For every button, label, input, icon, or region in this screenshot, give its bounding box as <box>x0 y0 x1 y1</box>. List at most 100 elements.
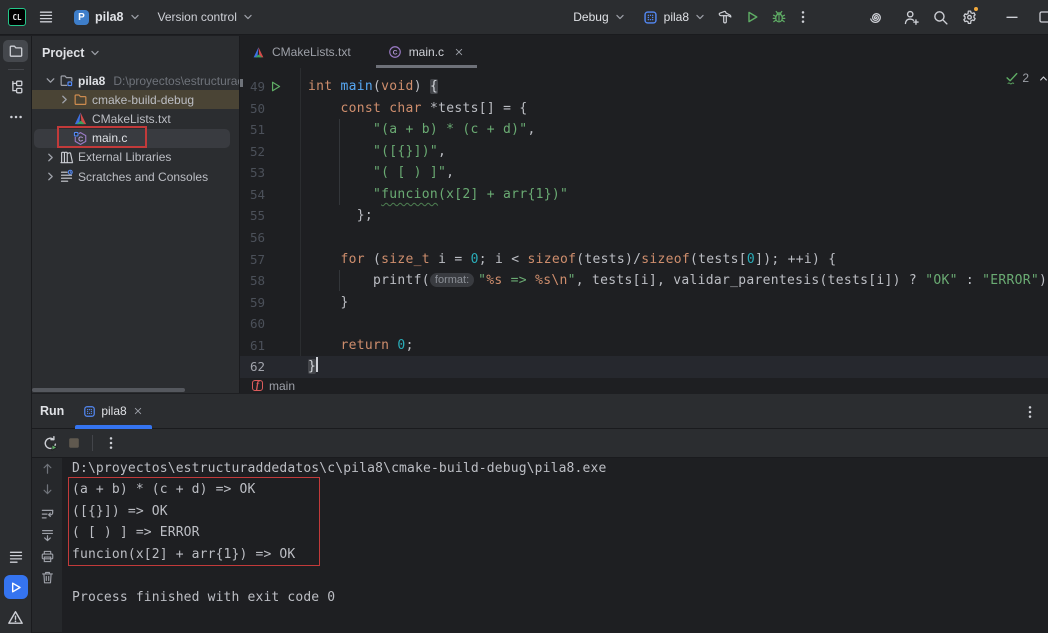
chevron-down-icon[interactable] <box>42 73 58 89</box>
tree-item-label: cmake-build-debug <box>92 93 194 107</box>
code-token: \n <box>551 273 567 288</box>
tree-row-external-libraries[interactable]: External Libraries <box>32 148 239 167</box>
console-output[interactable]: D:\proyectos\estructuraddedatos\c\pila8\… <box>62 458 1048 632</box>
projfolder-icon <box>58 73 74 89</box>
tab-mainc[interactable]: main.c <box>376 36 477 68</box>
chevron-right-icon[interactable] <box>42 149 58 165</box>
window-minimize-button[interactable] <box>1004 5 1020 29</box>
console-scroll-end-button[interactable] <box>39 527 55 543</box>
project-widget[interactable]: P pila8 <box>74 10 142 25</box>
editor-line-51[interactable]: 51 "(a + b) * (c + d)", <box>240 119 1048 141</box>
console-line <box>72 565 1048 586</box>
editor-line-60[interactable]: 60 <box>240 313 1048 335</box>
console-down-button[interactable] <box>39 481 55 497</box>
project-panel-hscrollbar[interactable] <box>32 388 185 392</box>
app-window-icon <box>643 10 658 25</box>
code-token: ]); ++i) { <box>755 252 836 267</box>
inlay-hint: format: <box>430 273 474 287</box>
editor-line-49[interactable]: 49int main(void) { <box>240 76 1048 98</box>
soft-wrap-icon <box>40 507 55 522</box>
code-token: } <box>308 295 349 310</box>
console-line: (a + b) * (c + d) => OK <box>72 479 1048 500</box>
tab-label: main.c <box>409 45 444 59</box>
rerun-button[interactable] <box>38 431 62 455</box>
chevron-right-icon[interactable] <box>56 92 72 108</box>
stop-button[interactable] <box>62 431 86 455</box>
editor-line-57[interactable]: 57 for (size_t i = 0; i < sizeof(tests)/… <box>240 249 1048 271</box>
main-menu-button[interactable] <box>36 5 56 29</box>
clion-logo[interactable]: CL <box>8 8 26 26</box>
editor-line-59[interactable]: 59 } <box>240 292 1048 314</box>
code-token: " <box>568 273 576 288</box>
editor-line-61[interactable]: 61 return 0; <box>240 335 1048 357</box>
run-panel-options-button[interactable] <box>1022 404 1038 420</box>
code-token: i = <box>430 252 471 267</box>
console-print-button[interactable] <box>39 548 55 564</box>
project-panel-title: Project <box>42 46 84 60</box>
search-everywhere-button[interactable] <box>932 5 949 29</box>
toolwindow-problems-button[interactable] <box>3 606 28 628</box>
kebab-icon <box>795 9 811 25</box>
toolwindow-project-button[interactable] <box>3 40 28 62</box>
line-number: 51 <box>240 119 265 141</box>
code-token <box>308 144 373 159</box>
toolwindow-more-button[interactable] <box>3 106 28 128</box>
run-button[interactable] <box>744 5 760 29</box>
code-text: int main(void) { <box>308 76 438 98</box>
debug-button[interactable] <box>771 5 787 29</box>
run-line-marker-icon[interactable] <box>269 80 282 93</box>
tree-row-pila8[interactable]: pila8D:\proyectos\estructuradde <box>32 71 239 90</box>
scratch-icon <box>58 169 74 185</box>
toolwindow-run-button[interactable] <box>4 575 28 599</box>
code-token: funcion <box>381 187 438 202</box>
console-clear-button[interactable] <box>39 569 55 585</box>
editor-line-56[interactable]: 56 <box>240 227 1048 249</box>
console-up-button[interactable] <box>39 460 55 476</box>
chevron-placeholder <box>56 130 72 146</box>
tree-row-main-c[interactable]: main.c <box>32 129 239 148</box>
toolwindow-structure-button[interactable] <box>3 76 28 98</box>
code-token: const <box>341 101 382 116</box>
ai-assistant-button[interactable] <box>867 5 884 29</box>
structure-icon <box>8 79 24 95</box>
code-editor[interactable]: 2 49int main(void) {50 const char *tests… <box>240 68 1048 378</box>
clion-window: CL P pila8 Version control Debug pila8 <box>0 0 1048 633</box>
code-token: ; <box>406 338 414 353</box>
editor-line-62[interactable]: 62} <box>240 356 1048 378</box>
arrow-down-icon <box>40 482 55 497</box>
more-actions-button[interactable] <box>795 5 811 29</box>
run-tab-close-button[interactable] <box>132 405 144 417</box>
debug-mode-selector[interactable]: Debug <box>573 10 626 24</box>
code-text: for (size_t i = 0; i < sizeof(tests)/siz… <box>308 249 836 271</box>
tab-close-button[interactable] <box>453 46 465 58</box>
settings-button[interactable] <box>961 5 978 29</box>
line-number: 54 <box>240 184 265 206</box>
tree-row-cmakelists-txt[interactable]: CMakeLists.txt <box>32 109 239 128</box>
editor-line-55[interactable]: 55 }; <box>240 205 1048 227</box>
editor-line-53[interactable]: 53 "( [ ) ]", <box>240 162 1048 184</box>
run-configuration-selector[interactable]: pila8 <box>643 10 707 25</box>
rerun-icon <box>42 435 59 452</box>
project-panel-header[interactable]: Project <box>32 36 239 69</box>
run-tab-pila8[interactable]: pila8 <box>75 394 151 429</box>
breadcrumb-item[interactable]: main <box>269 379 295 393</box>
editor-line-52[interactable]: 52 "([{}])", <box>240 141 1048 163</box>
vcs-widget[interactable]: Version control <box>158 10 255 24</box>
chevron-right-icon[interactable] <box>42 169 58 185</box>
editor-line-58[interactable]: 58 printf(format:"%s => %s\n", tests[i],… <box>240 270 1048 292</box>
build-button[interactable] <box>717 5 733 29</box>
code-token <box>308 122 373 137</box>
code-text: } <box>308 356 318 378</box>
window-maximize-button[interactable] <box>1037 5 1048 29</box>
console-softwrap-button[interactable] <box>39 506 55 522</box>
editor-line-54[interactable]: 54 "funcion(x[2] + arr{1})" <box>240 184 1048 206</box>
chevron-down-icon <box>613 10 627 24</box>
tree-row-scratches-and-consoles[interactable]: Scratches and Consoles <box>32 167 239 186</box>
tree-row-cmake-build-debug[interactable]: cmake-build-debug <box>32 90 239 109</box>
toolwindow-messages-button[interactable] <box>3 546 28 568</box>
code-token: return <box>341 338 390 353</box>
run-toolbar-more-button[interactable] <box>99 431 123 455</box>
editor-line-50[interactable]: 50 const char *tests[] = { <box>240 98 1048 120</box>
code-with-me-button[interactable] <box>903 5 920 29</box>
tab-cmakelists[interactable]: CMakeLists.txt <box>240 36 363 68</box>
